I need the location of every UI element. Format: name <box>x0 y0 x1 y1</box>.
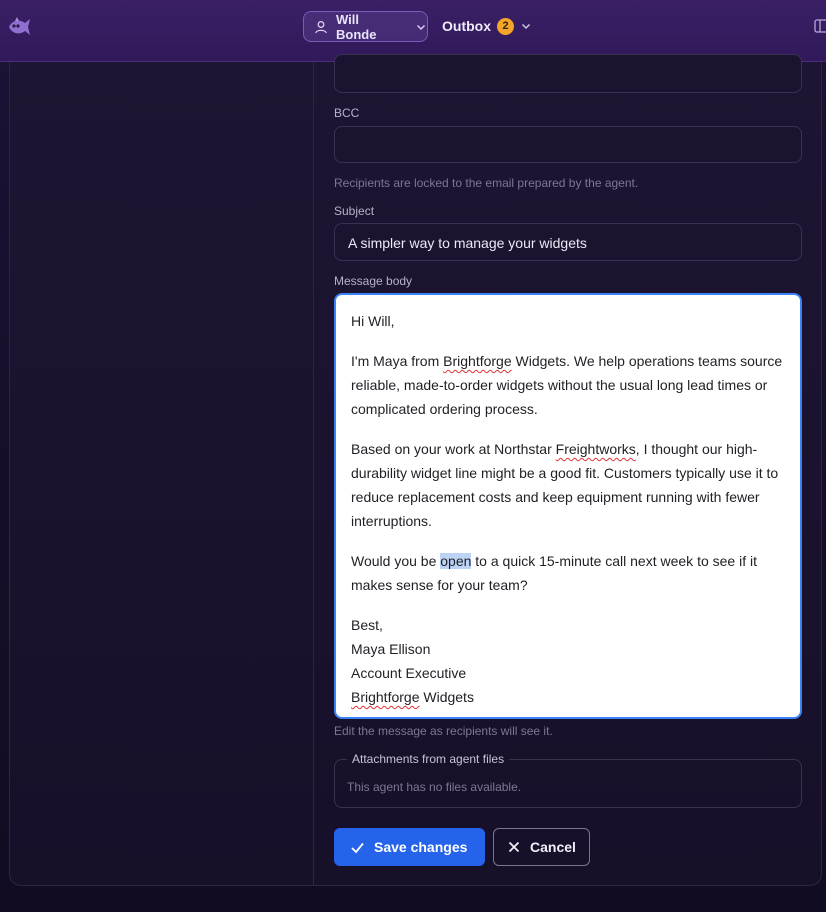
bcc-label: BCC <box>334 106 360 120</box>
misspelled-word: Freightworks <box>555 441 636 457</box>
body-paragraph-2: Based on your work at Northstar Freightw… <box>351 441 779 529</box>
chevron-down-icon <box>416 24 426 30</box>
outbox-label: Outbox <box>442 18 491 34</box>
body-paragraph-1: I'm Maya from Brightforge Widgets. We he… <box>351 353 783 417</box>
top-bar: Will Bonde Outbox 2 <box>0 0 826 62</box>
email-editor-panel: BCC Recipients are locked to the email p… <box>9 54 822 886</box>
check-icon <box>351 842 364 853</box>
outbox-menu[interactable]: Outbox 2 <box>442 14 532 38</box>
cancel-button[interactable]: Cancel <box>493 828 590 866</box>
subject-value: A simpler way to manage your widgets <box>348 235 587 251</box>
cc-field[interactable] <box>334 54 802 93</box>
misspelled-word: Brightforge <box>351 689 420 705</box>
bcc-field[interactable] <box>334 126 802 163</box>
sidebar-toggle-icon[interactable] <box>814 18 826 34</box>
message-body-label: Message body <box>334 274 413 288</box>
body-paragraph-3: Would you be open to a quick 15-minute c… <box>351 553 757 593</box>
chevron-down-icon <box>521 23 531 30</box>
body-signature: Best, Maya Ellison Account Executive Bri… <box>351 617 474 705</box>
body-greeting: Hi Will, <box>351 313 395 329</box>
save-changes-button[interactable]: Save changes <box>334 828 485 866</box>
outbox-count-badge: 2 <box>497 17 514 35</box>
left-column <box>10 62 314 885</box>
close-icon <box>508 841 520 853</box>
attachments-group: Attachments from agent files This agent … <box>334 752 802 808</box>
subject-input[interactable]: A simpler way to manage your widgets <box>334 223 802 261</box>
message-body-editor[interactable]: Hi Will, I'm Maya from Brightforge Widge… <box>334 293 802 719</box>
attachments-label: Attachments from agent files <box>347 752 510 766</box>
user-name: Will Bonde <box>336 11 377 42</box>
subject-label: Subject <box>334 204 375 218</box>
user-icon <box>315 20 327 33</box>
app-logo-icon[interactable] <box>6 14 32 40</box>
recipients-hint: Recipients are locked to the email prepa… <box>334 176 639 190</box>
user-switcher[interactable]: Will Bonde <box>303 11 428 42</box>
attachments-empty-text: This agent has no files available. <box>347 780 522 794</box>
misspelled-word: Brightforge <box>443 353 512 369</box>
selected-text: open <box>440 553 472 569</box>
body-hint: Edit the message as recipients will see … <box>334 724 553 738</box>
